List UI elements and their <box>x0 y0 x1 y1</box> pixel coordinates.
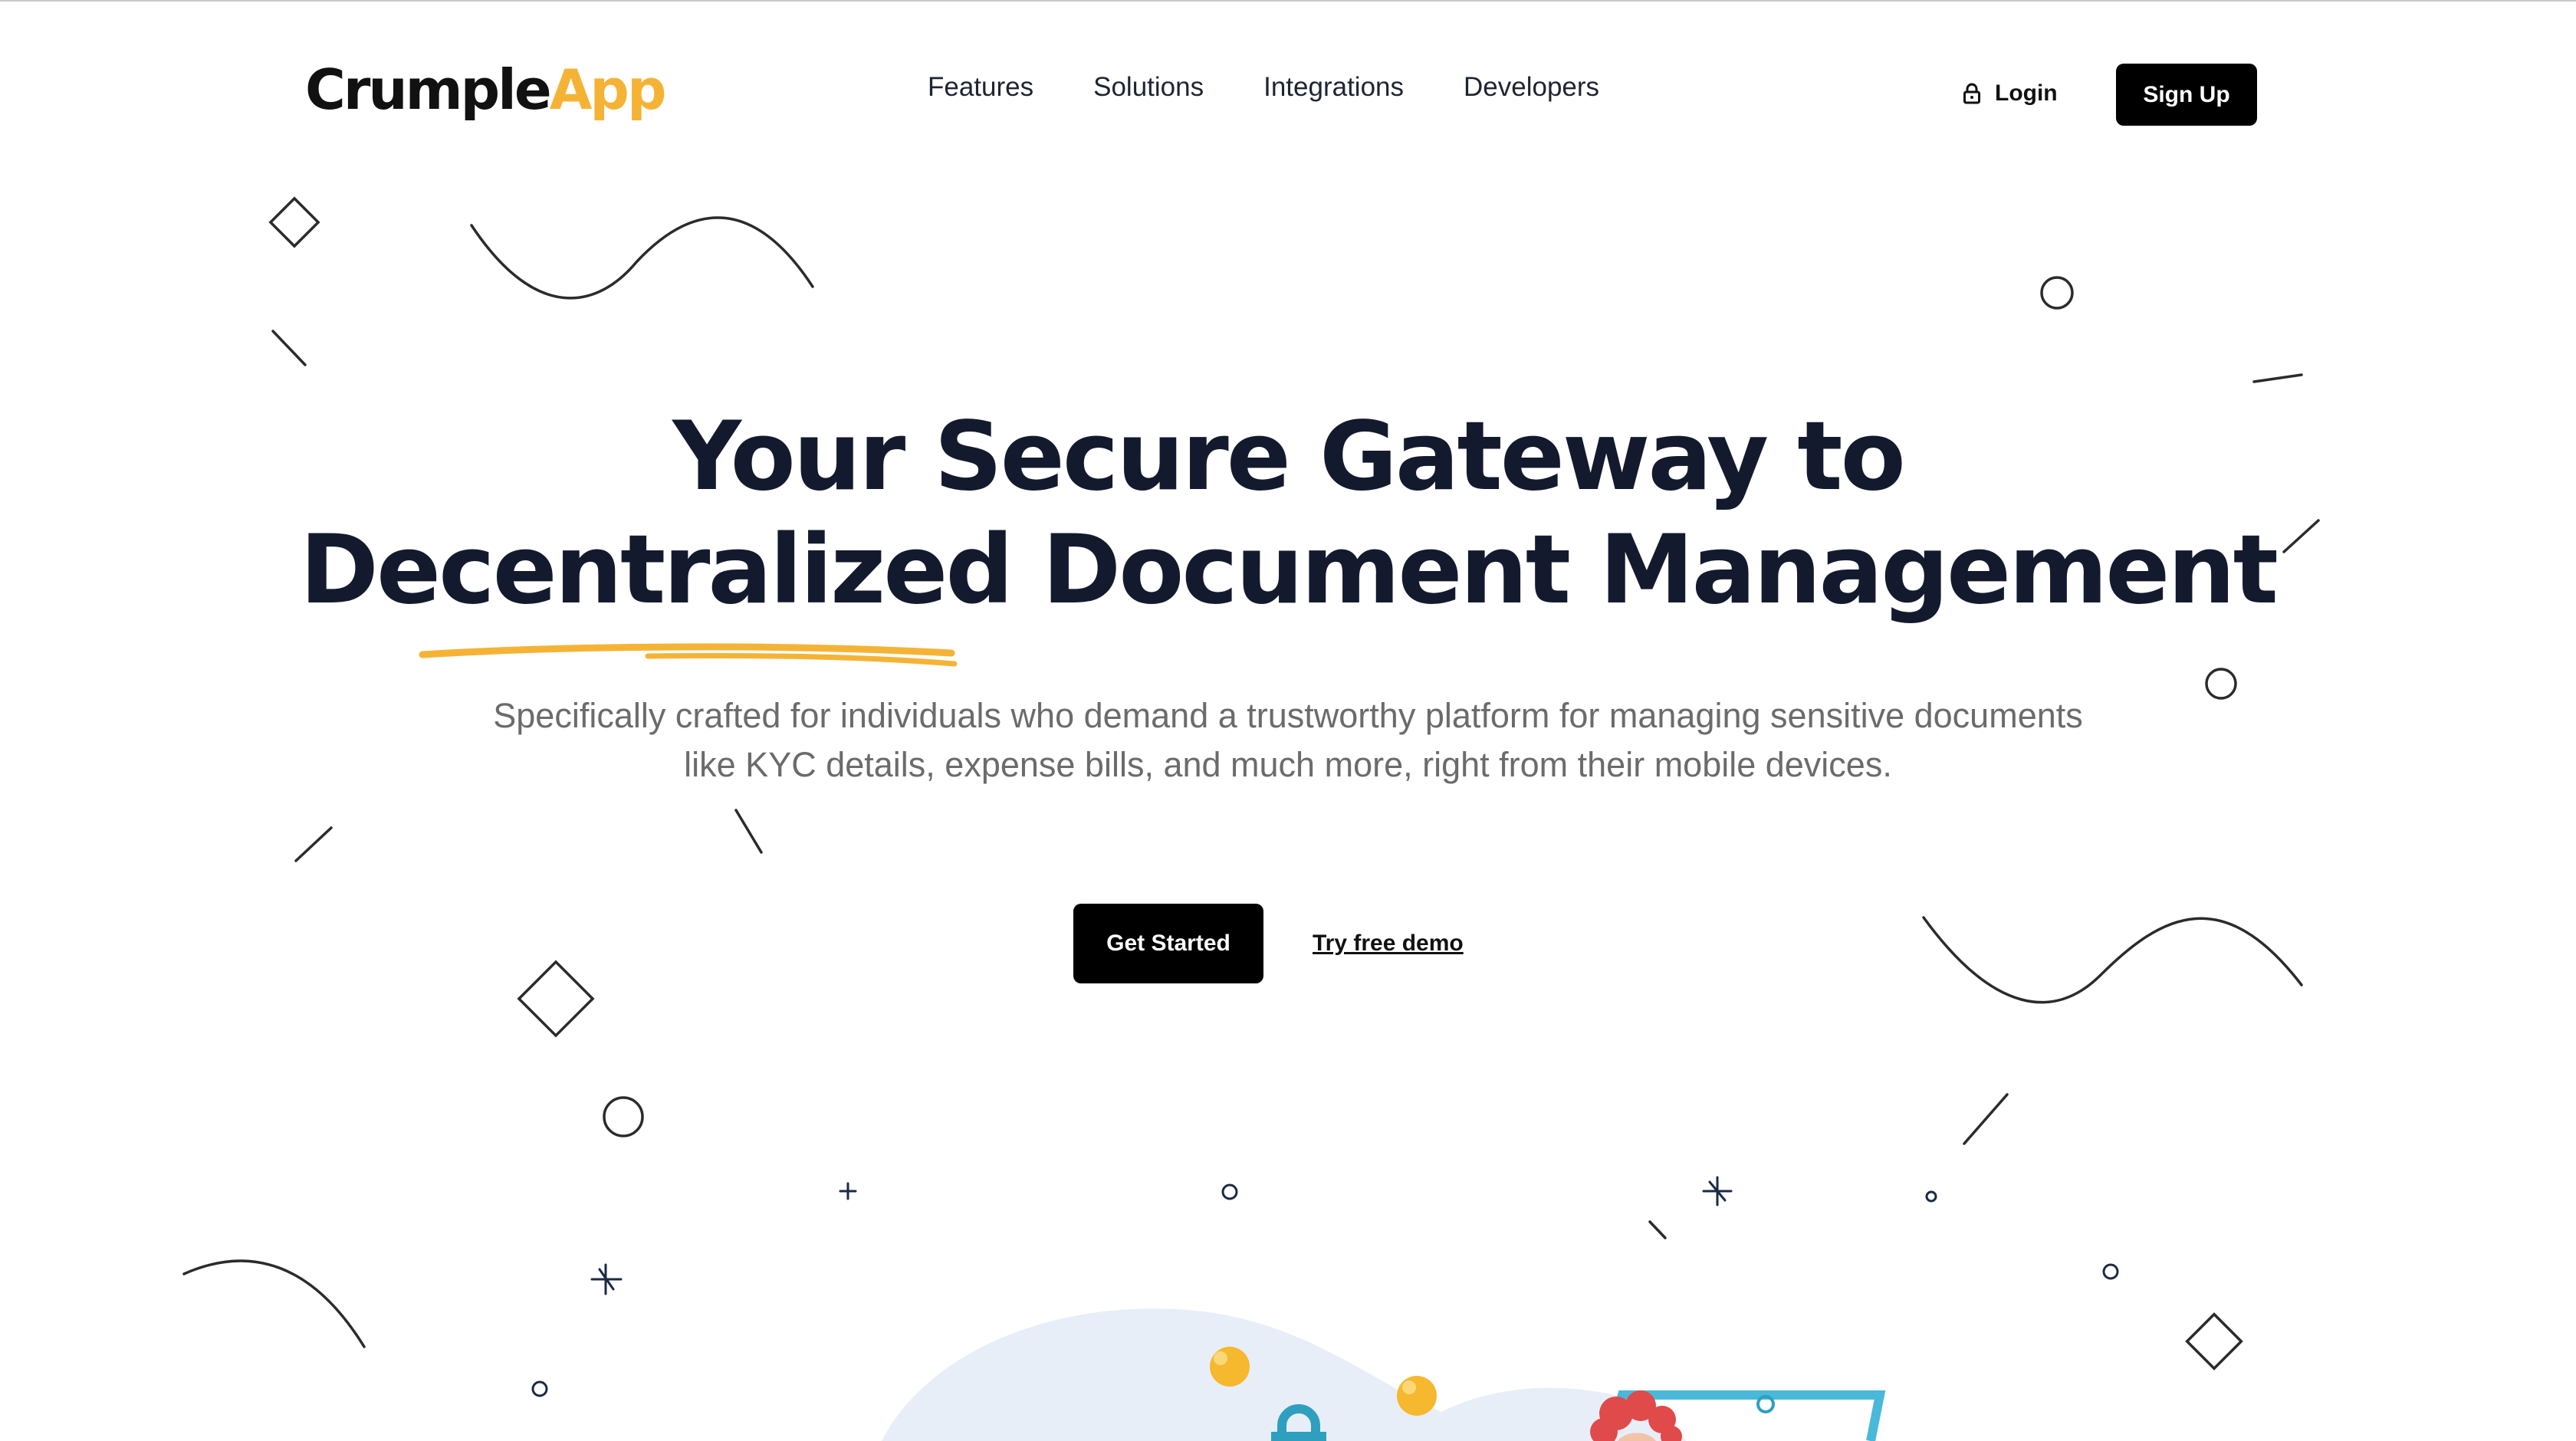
line-shape <box>1648 1220 1667 1239</box>
plus-shape <box>839 1182 857 1200</box>
arc-shape <box>182 1259 366 1348</box>
diamond-shape <box>268 196 320 248</box>
highlight-underline <box>419 643 958 667</box>
line-shape <box>2252 373 2303 383</box>
wave-shape <box>470 216 814 300</box>
coin-icon <box>1397 1376 1437 1416</box>
dot-shape <box>1221 1183 1238 1200</box>
get-started-button[interactable]: Get Started <box>1073 904 1263 983</box>
hero-illustration <box>882 1308 1886 1441</box>
coin-icon <box>1210 1347 1250 1387</box>
nav-item-features[interactable]: Features <box>928 72 1033 103</box>
signup-button[interactable]: Sign Up <box>2116 64 2257 126</box>
logo-text-primary: Crumple <box>305 57 552 122</box>
lock-icon <box>1963 83 1981 104</box>
person-hair-icon <box>1590 1390 1682 1441</box>
login-link[interactable]: Login <box>1963 71 2058 117</box>
diamond-shape <box>517 960 595 1038</box>
hero-title-line-1: Your Secure Gateway to <box>672 402 1906 512</box>
nav-item-integrations[interactable]: Integrations <box>1263 72 1404 103</box>
hero-title: Your Secure Gateway to Decentralized Doc… <box>230 400 2346 627</box>
dot-shape <box>531 1380 548 1397</box>
dot-shape <box>1925 1190 1937 1203</box>
line-shape <box>734 809 763 854</box>
try-demo-link[interactable]: Try free demo <box>1313 926 1464 961</box>
line-shape <box>294 826 333 862</box>
plus-shape <box>1702 1176 1733 1206</box>
wave-shape <box>1922 916 2303 1004</box>
line-shape <box>1963 1093 2009 1145</box>
diamond-shape <box>2185 1312 2243 1370</box>
dot-shape <box>2102 1263 2119 1280</box>
logo-text-accent: App <box>549 57 667 122</box>
circle-shape <box>2205 668 2237 700</box>
nav-item-developers[interactable]: Developers <box>1464 72 1599 103</box>
landing-page: Crumple App Features Solutions Integratio… <box>0 0 2576 1441</box>
main-nav: Features Solutions Integrations Develope… <box>928 64 1599 110</box>
plus-shape <box>590 1263 623 1295</box>
circle-shape <box>603 1096 644 1137</box>
login-label: Login <box>1995 80 2058 106</box>
phone-icon <box>1605 1390 1886 1441</box>
line-shape <box>271 330 307 366</box>
hero-title-line-2: Decentralized Document Management <box>300 515 2279 625</box>
padlock-icon <box>1277 1404 1320 1441</box>
circle-shape <box>2040 276 2074 310</box>
nav-item-solutions[interactable]: Solutions <box>1093 72 1204 103</box>
hero-description: Specifically crafted for individuals who… <box>493 696 2083 784</box>
brand-logo[interactable]: Crumple App <box>305 55 667 124</box>
